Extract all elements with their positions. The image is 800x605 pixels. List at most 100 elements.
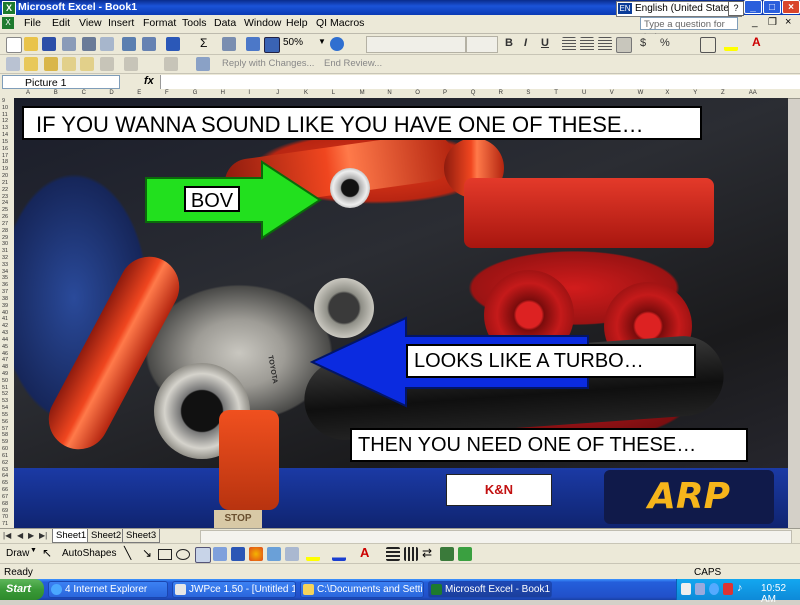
- row-header[interactable]: 31: [2, 248, 8, 254]
- print-icon[interactable]: [82, 37, 96, 51]
- column-header[interactable]: Z: [721, 90, 725, 96]
- undo-icon[interactable]: [166, 37, 180, 51]
- help-icon[interactable]: [330, 37, 344, 51]
- row-header[interactable]: 10: [2, 105, 8, 111]
- row-header[interactable]: 29: [2, 235, 8, 241]
- column-header[interactable]: U: [582, 90, 586, 96]
- row-header[interactable]: 32: [2, 255, 8, 261]
- row-header[interactable]: 59: [2, 439, 8, 445]
- row-header[interactable]: 70: [2, 514, 8, 520]
- row-header[interactable]: 38: [2, 296, 8, 302]
- draw-menu[interactable]: Draw: [6, 548, 29, 559]
- font-name-select[interactable]: [366, 36, 466, 53]
- row-header[interactable]: 44: [2, 337, 8, 343]
- line-style-icon[interactable]: [386, 547, 400, 561]
- row-header[interactable]: 50: [2, 378, 8, 384]
- text-box-icon[interactable]: [195, 547, 211, 563]
- row-header[interactable]: 63: [2, 467, 8, 473]
- row-header[interactable]: 15: [2, 139, 8, 145]
- borders-icon[interactable]: [700, 37, 716, 53]
- row-header[interactable]: 39: [2, 303, 8, 309]
- row-header[interactable]: 33: [2, 262, 8, 268]
- menu-help[interactable]: Help: [286, 17, 308, 29]
- column-header[interactable]: AA: [749, 90, 757, 96]
- diagram-icon[interactable]: [231, 547, 245, 561]
- tab-sheet2[interactable]: Sheet2: [87, 529, 126, 543]
- column-header[interactable]: C: [82, 90, 86, 96]
- open-icon[interactable]: [24, 37, 38, 51]
- zoom-box[interactable]: 50%: [283, 37, 303, 48]
- zoom-dropdown-icon[interactable]: ▼: [318, 37, 326, 46]
- note-icon[interactable]: [24, 57, 38, 71]
- row-header[interactable]: 24: [2, 200, 8, 206]
- row-header[interactable]: 61: [2, 453, 8, 459]
- font-color-icon[interactable]: A: [360, 545, 369, 560]
- dash-style-icon[interactable]: [404, 547, 418, 561]
- column-header[interactable]: X: [665, 90, 669, 96]
- excel-icon[interactable]: X: [2, 1, 16, 15]
- row-header[interactable]: 58: [2, 432, 8, 438]
- row-header[interactable]: 22: [2, 187, 8, 193]
- column-header[interactable]: L: [332, 90, 335, 96]
- row-header[interactable]: 19: [2, 166, 8, 172]
- close-button[interactable]: ×: [782, 0, 800, 14]
- next-comment-icon[interactable]: [80, 57, 94, 71]
- row-header[interactable]: 68: [2, 501, 8, 507]
- reply-with-changes-button[interactable]: Reply with Changes...: [222, 58, 314, 69]
- row-header[interactable]: 21: [2, 180, 8, 186]
- column-header[interactable]: T: [554, 90, 558, 96]
- clock[interactable]: 10:52 AM: [761, 583, 800, 605]
- column-header[interactable]: R: [499, 90, 503, 96]
- arrow-style-icon[interactable]: ⇄: [422, 546, 432, 560]
- bluetooth-icon[interactable]: [709, 583, 719, 595]
- menu-data[interactable]: Data: [214, 17, 236, 29]
- minimize-button[interactable]: _: [744, 0, 762, 14]
- shadow-style-icon[interactable]: [440, 547, 454, 561]
- row-header[interactable]: 16: [2, 146, 8, 152]
- picture-icon[interactable]: [267, 547, 281, 561]
- row-header[interactable]: 57: [2, 426, 8, 432]
- row-header[interactable]: 11: [2, 112, 8, 118]
- row-header[interactable]: 37: [2, 289, 8, 295]
- menu-qi-macros[interactable]: QI Macros: [316, 17, 364, 29]
- row-header[interactable]: 27: [2, 221, 8, 227]
- row-header[interactable]: 41: [2, 316, 8, 322]
- menu-insert[interactable]: Insert: [108, 17, 134, 29]
- document-icon[interactable]: X: [2, 17, 14, 29]
- menu-file[interactable]: File: [24, 17, 41, 29]
- row-header[interactable]: 51: [2, 385, 8, 391]
- row-header[interactable]: 69: [2, 508, 8, 514]
- row-header[interactable]: 67: [2, 494, 8, 500]
- security-icon[interactable]: [681, 583, 691, 595]
- row-header[interactable]: 35: [2, 275, 8, 281]
- column-header[interactable]: F: [165, 90, 169, 96]
- row-header[interactable]: 65: [2, 480, 8, 486]
- task-excel[interactable]: Microsoft Excel - Book1: [428, 581, 552, 598]
- column-header[interactable]: M: [360, 90, 365, 96]
- row-header[interactable]: 23: [2, 194, 8, 200]
- permission-icon[interactable]: [62, 37, 76, 51]
- arrow-icon[interactable]: ↘: [142, 546, 152, 560]
- font-color-icon[interactable]: A: [752, 35, 761, 49]
- next-sheet-icon[interactable]: ▶: [28, 531, 34, 540]
- row-header[interactable]: 34: [2, 269, 8, 275]
- task-internet-explorer[interactable]: 4 Internet Explorer: [48, 581, 168, 598]
- center-icon[interactable]: [580, 37, 594, 51]
- show-comment-icon[interactable]: [100, 57, 114, 71]
- draw-dropdown-icon[interactable]: ▼: [30, 547, 37, 554]
- column-header[interactable]: H: [221, 90, 225, 96]
- fill-color-icon[interactable]: [724, 37, 738, 51]
- column-header[interactable]: I: [248, 90, 250, 96]
- select-objects-icon[interactable]: ↖: [42, 546, 52, 560]
- print-preview-icon[interactable]: [100, 37, 114, 51]
- underline-button[interactable]: U: [541, 37, 549, 49]
- send-mail-icon[interactable]: [196, 57, 210, 71]
- maximize-button[interactable]: □: [763, 0, 781, 14]
- help-search-input[interactable]: Type a question for help: [640, 17, 738, 43]
- column-header[interactable]: D: [109, 90, 113, 96]
- wordart-icon[interactable]: [213, 547, 227, 561]
- horizontal-scrollbar[interactable]: [200, 530, 792, 544]
- language-bar[interactable]: EN English (United States): [616, 1, 743, 17]
- row-header[interactable]: 26: [2, 214, 8, 220]
- row-header[interactable]: 36: [2, 282, 8, 288]
